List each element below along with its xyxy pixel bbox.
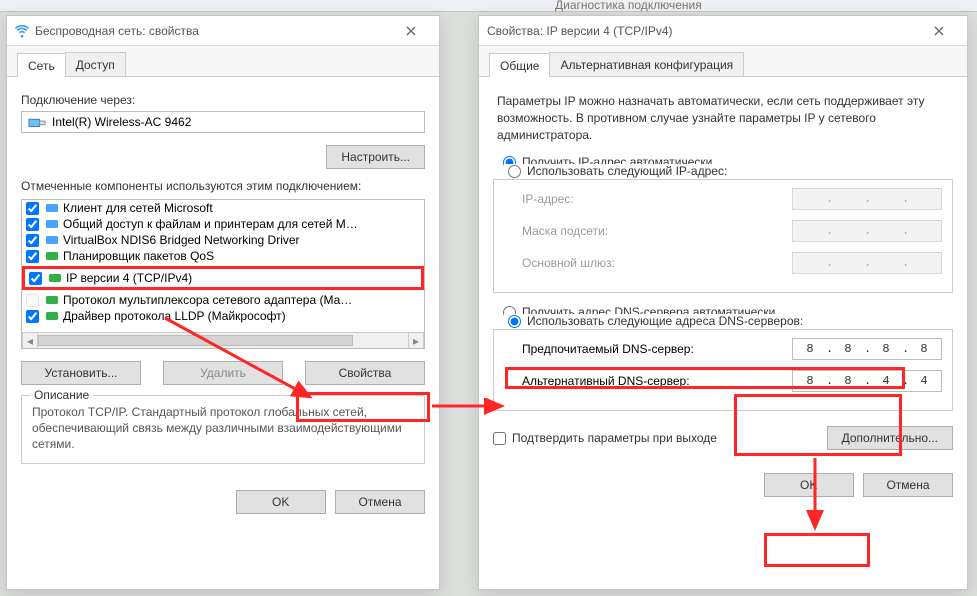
configure-button[interactable]: Настроить...: [326, 145, 425, 169]
pref-dns-field[interactable]: 8.8.8.8: [792, 338, 942, 360]
mask-label: Маска подсети:: [522, 224, 722, 238]
connect-through-label: Подключение через:: [21, 93, 425, 107]
bg-label: Диагностика подключения: [555, 0, 702, 12]
protocol-icon: [45, 233, 59, 247]
tabs-right: Общие Альтернативная конфигурация: [479, 46, 967, 77]
ip-field: ...: [792, 188, 942, 210]
protocol-icon: [45, 309, 59, 323]
component-label: IP версии 4 (TCP/IPv4): [66, 271, 192, 285]
ok-button[interactable]: OK: [236, 490, 326, 514]
remove-button[interactable]: Удалить: [163, 361, 283, 385]
close-icon[interactable]: [391, 17, 431, 45]
list-item[interactable]: Драйвер протокола LLDP (Майкрософт): [22, 308, 424, 324]
list-item[interactable]: IP версии 4 (TCP/IPv4): [22, 266, 424, 290]
scroll-right-icon[interactable]: ▸: [408, 333, 424, 348]
tabs-left: Сеть Доступ: [7, 46, 439, 77]
titlebar-left[interactable]: Беспроводная сеть: свойства: [7, 16, 439, 46]
component-checkbox[interactable]: [26, 294, 39, 307]
mask-field: ...: [792, 220, 942, 242]
description-text: Протокол TCP/IP. Стандартный протокол гл…: [32, 405, 402, 451]
install-button[interactable]: Установить...: [21, 361, 141, 385]
scroll-thumb[interactable]: [38, 335, 353, 346]
component-label: Протокол мультиплексора сетевого адаптер…: [63, 293, 352, 307]
adapter-field: Intel(R) Wireless-AC 9462: [21, 111, 425, 133]
component-label: Драйвер протокола LLDP (Майкрософт): [63, 309, 286, 323]
adapter-name: Intel(R) Wireless-AC 9462: [52, 115, 191, 129]
title-text: Свойства: IP версии 4 (TCP/IPv4): [487, 24, 919, 38]
list-item[interactable]: Общий доступ к файлам и принтерам для се…: [22, 216, 424, 232]
advanced-button[interactable]: Дополнительно...: [827, 426, 953, 450]
radio-manual-ip-label: Использовать следующий IP-адрес:: [527, 164, 727, 178]
description-box: Описание Протокол TCP/IP. Стандартный пр…: [21, 395, 425, 464]
component-checkbox[interactable]: [26, 218, 39, 231]
ip-label: IP-адрес:: [522, 192, 722, 206]
tab-access[interactable]: Доступ: [65, 52, 126, 76]
list-item[interactable]: Клиент для сетей Microsoft: [22, 200, 424, 216]
components-list[interactable]: Клиент для сетей Microsoft Общий доступ к…: [21, 199, 425, 349]
ok-button[interactable]: OK: [764, 473, 854, 497]
component-checkbox[interactable]: [29, 272, 42, 285]
radio-manual-dns-label: Использовать следующие адреса DNS-сервер…: [527, 314, 803, 328]
component-checkbox[interactable]: [26, 310, 39, 323]
component-label: Клиент для сетей Microsoft: [63, 201, 213, 215]
title-text: Беспроводная сеть: свойства: [35, 24, 391, 38]
component-checkbox[interactable]: [26, 250, 39, 263]
protocol-icon: [48, 271, 62, 285]
gateway-label: Основной шлюз:: [522, 256, 722, 270]
confirm-on-exit-checkbox[interactable]: [493, 432, 506, 445]
tab-general[interactable]: Общие: [489, 53, 550, 77]
protocol-icon: [45, 217, 59, 231]
scroll-left-icon[interactable]: ◂: [22, 333, 38, 348]
components-caption: Отмеченные компоненты используются этим …: [21, 179, 425, 193]
list-item[interactable]: VirtualBox NDIS6 Bridged Networking Driv…: [22, 232, 424, 248]
description-legend: Описание: [30, 387, 93, 403]
pref-dns-label: Предпочитаемый DNS-сервер:: [522, 342, 722, 356]
alt-dns-field[interactable]: 8.8.4.4: [792, 370, 942, 392]
titlebar-right[interactable]: Свойства: IP версии 4 (TCP/IPv4): [479, 16, 967, 46]
component-label: Общий доступ к файлам и принтерам для се…: [63, 217, 358, 231]
intro-text: Параметры IP можно назначать автоматичес…: [497, 93, 949, 143]
protocol-icon: [45, 293, 59, 307]
protocol-icon: [45, 201, 59, 215]
window-wifi-properties: Беспроводная сеть: свойства Сеть Доступ …: [6, 15, 440, 590]
wifi-icon: [15, 24, 29, 38]
close-icon[interactable]: [919, 17, 959, 45]
cancel-button[interactable]: Отмена: [863, 473, 953, 497]
radio-manual-dns[interactable]: [508, 315, 521, 328]
alt-dns-label: Альтернативный DNS-сервер:: [522, 374, 722, 388]
component-label: VirtualBox NDIS6 Bridged Networking Driv…: [63, 233, 300, 247]
nic-icon: [28, 115, 46, 129]
list-item[interactable]: Протокол мультиплексора сетевого адаптер…: [22, 292, 424, 308]
tab-altconfig[interactable]: Альтернативная конфигурация: [549, 52, 744, 76]
component-checkbox[interactable]: [26, 202, 39, 215]
cancel-button[interactable]: Отмена: [335, 490, 425, 514]
confirm-on-exit-label: Подтвердить параметры при выходе: [512, 431, 717, 445]
properties-button[interactable]: Свойства: [305, 361, 425, 385]
radio-manual-ip[interactable]: [508, 165, 521, 178]
component-checkbox[interactable]: [26, 234, 39, 247]
protocol-icon: [45, 249, 59, 263]
h-scrollbar[interactable]: ◂ ▸: [22, 332, 424, 348]
gateway-field: ...: [792, 252, 942, 274]
list-item[interactable]: Планировщик пакетов QoS: [22, 248, 424, 264]
window-ipv4-properties: Свойства: IP версии 4 (TCP/IPv4) Общие А…: [478, 15, 968, 590]
component-label: Планировщик пакетов QoS: [63, 249, 214, 263]
tab-network[interactable]: Сеть: [17, 53, 66, 77]
